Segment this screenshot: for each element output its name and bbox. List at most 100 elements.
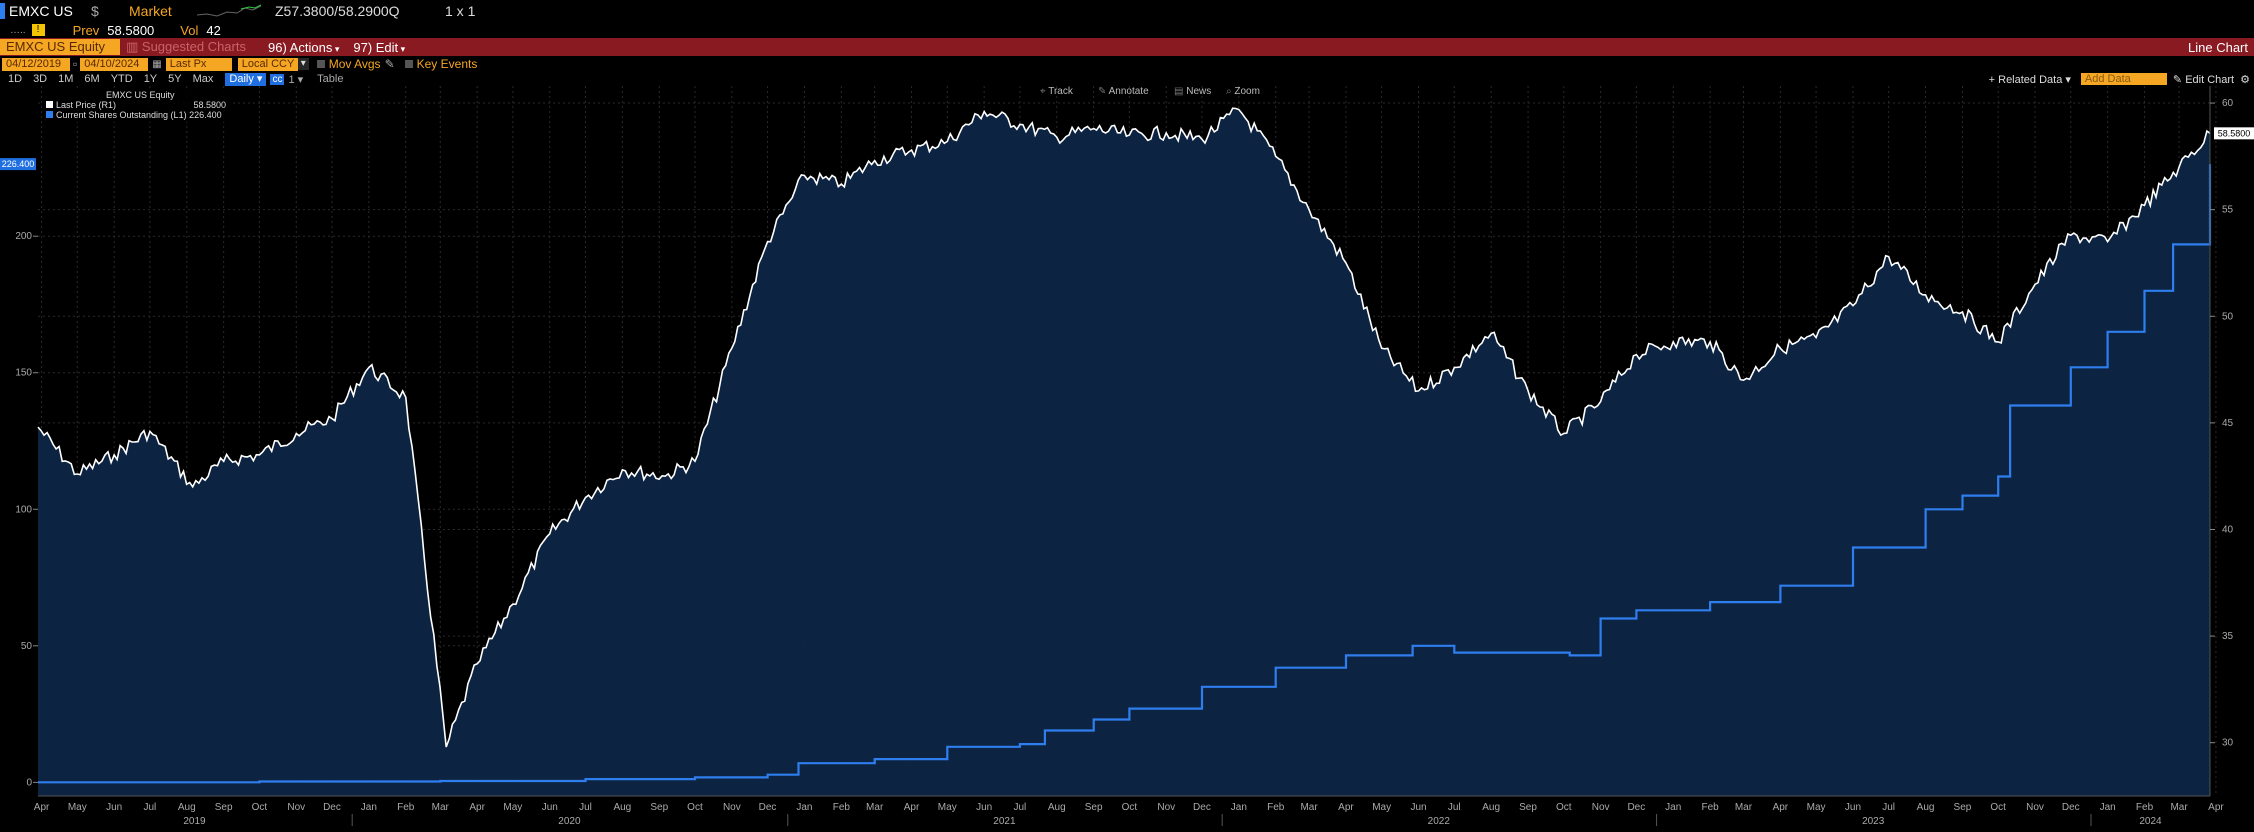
actions-menu[interactable]: 96) Actions ▾ bbox=[268, 40, 339, 55]
alert-icon[interactable]: ! bbox=[31, 24, 45, 36]
edit-chart-button[interactable]: ✎ Edit Chart bbox=[2173, 73, 2234, 86]
month-tick-label: Aug bbox=[1482, 802, 1500, 813]
month-tick-label: Jun bbox=[542, 802, 558, 813]
month-tick-label: Jan bbox=[1665, 802, 1681, 813]
key-events-toggle[interactable]: Key Events bbox=[404, 57, 478, 71]
pencil-icon: ✎ bbox=[384, 57, 395, 71]
edit-label: 97) Edit bbox=[353, 39, 399, 55]
month-tick-label: Jul bbox=[143, 802, 156, 813]
month-tick-label: Jun bbox=[106, 802, 122, 813]
month-tick-label: Apr bbox=[1338, 802, 1354, 813]
month-tick-label: Jan bbox=[2100, 802, 2116, 813]
right-axis: 30 35 40 45 50 55 60 bbox=[2209, 86, 2234, 796]
month-tick-label: Jul bbox=[1882, 802, 1895, 813]
quote-size: 1 x 1 bbox=[445, 3, 476, 19]
month-tick-label: Aug bbox=[613, 802, 631, 813]
related-data-button[interactable]: + Related Data ▾ bbox=[1989, 73, 2071, 86]
month-tick-label: Aug bbox=[1048, 802, 1066, 813]
month-tick-label: Jul bbox=[1013, 802, 1026, 813]
right-tick-label: 55 bbox=[2222, 205, 2234, 216]
month-tick-label: Sep bbox=[215, 802, 233, 813]
left-axis: 0 50 100 150 200 bbox=[15, 231, 38, 788]
date-separator: ▫ bbox=[73, 57, 78, 71]
ccy-dropdown-icon[interactable]: ▾ bbox=[297, 58, 309, 70]
right-tick-label: 40 bbox=[2222, 524, 2234, 535]
security-field[interactable]: EMXC US Equity bbox=[0, 39, 120, 55]
month-tick-label: Oct bbox=[1556, 802, 1572, 813]
legend-swatch bbox=[46, 101, 53, 108]
month-tick-label: Apr bbox=[1773, 802, 1789, 813]
ticker-label[interactable]: EMXC US bbox=[9, 3, 79, 19]
freq-label: Daily bbox=[229, 72, 254, 85]
interval-select[interactable]: 1 ▾ bbox=[288, 73, 303, 86]
start-date-field[interactable]: 04/12/2019 bbox=[2, 57, 70, 71]
period-5y[interactable]: 5Y bbox=[168, 73, 181, 85]
prev-vol-bar: ….. ! Prev 58.5800 Vol 42 bbox=[0, 22, 2254, 38]
month-tick-label: Jan bbox=[361, 802, 377, 813]
month-tick-label: May bbox=[1807, 802, 1826, 813]
suggested-charts-label: Suggested Charts bbox=[141, 39, 246, 54]
calendar-icon[interactable]: ▦ bbox=[152, 59, 161, 70]
month-tick-label: Nov bbox=[1592, 802, 1610, 813]
vol-label: Vol bbox=[180, 22, 199, 38]
pencil-icon: ✎ bbox=[2172, 73, 2186, 86]
left-tick-label: 0 bbox=[26, 777, 32, 788]
month-tick-label: Dec bbox=[323, 802, 341, 813]
candle-toggle[interactable]: cc bbox=[270, 73, 285, 85]
mov-avgs-toggle[interactable]: Mov Avgs ✎ bbox=[316, 57, 395, 71]
chevron-down-icon: ▾ bbox=[2062, 73, 2071, 86]
right-tick-label: 30 bbox=[2222, 738, 2234, 749]
tool-track[interactable]: ⌖ Track bbox=[1040, 86, 1074, 97]
year-tick-label: 2022 bbox=[1428, 816, 1451, 827]
tool-label: Zoom bbox=[1234, 86, 1260, 97]
period-1d[interactable]: 1D bbox=[8, 73, 22, 85]
period-max[interactable]: Max bbox=[193, 73, 214, 85]
ccy-select[interactable]: Local CCY bbox=[237, 57, 298, 71]
period-3d[interactable]: 3D bbox=[33, 73, 47, 85]
end-date-field[interactable]: 04/10/2024 bbox=[80, 57, 149, 71]
tool-news-icon: ▤ bbox=[1174, 86, 1186, 97]
period-6m[interactable]: 6M bbox=[84, 73, 99, 85]
key-events-label: Key Events bbox=[416, 57, 478, 71]
tool-zoom[interactable]: ⌕ Zoom bbox=[1226, 86, 1260, 97]
period-ytd[interactable]: YTD bbox=[111, 73, 133, 85]
tool-zoom-icon: ⌕ bbox=[1226, 86, 1234, 97]
month-tick-label: Oct bbox=[252, 802, 268, 813]
month-tick-label: Dec bbox=[759, 802, 777, 813]
legend-label[interactable]: Current Shares Outstanding (L1) 226.400 bbox=[56, 110, 222, 120]
chart-controls: 04/12/2019 ▫ 04/10/2024 ▦ Last Px Local … bbox=[0, 56, 2254, 72]
bid-ask-quote: Z57.3800/58.2900Q bbox=[275, 3, 400, 19]
month-tick-label: Nov bbox=[1157, 802, 1175, 813]
tool-label: News bbox=[1186, 86, 1211, 97]
chevron-down-icon: ▾ bbox=[253, 72, 263, 85]
left-tick-label: 50 bbox=[21, 641, 33, 652]
tool-annotate[interactable]: ✎ Annotate bbox=[1098, 86, 1149, 97]
line-chart[interactable]: 0 50 100 150 200 30 35 40 45 50 55 60 Apr May Jun Jul… bbox=[0, 86, 2254, 832]
period-1y[interactable]: 1Y bbox=[144, 73, 157, 85]
edit-menu[interactable]: 97) Edit ▾ bbox=[353, 40, 405, 55]
freq-select[interactable]: Daily ▾ bbox=[225, 72, 267, 86]
checkbox-icon bbox=[404, 60, 413, 68]
month-tick-label: Mar bbox=[1300, 802, 1318, 813]
currency-label: $ bbox=[91, 3, 99, 19]
checkbox-icon bbox=[316, 60, 325, 68]
tool-news[interactable]: ▤ News bbox=[1174, 86, 1211, 97]
quote-bar: EMXC US $ Market Z57.3800/58.2900Q 1 x 1 bbox=[0, 0, 2254, 22]
legend: EMXC US EquityLast Price (R1) 58.5800Curr… bbox=[42, 90, 232, 122]
price-area bbox=[38, 108, 2210, 796]
table-button[interactable]: Table bbox=[317, 73, 343, 85]
month-tick-label: Jul bbox=[579, 802, 592, 813]
period-1m[interactable]: 1M bbox=[58, 73, 73, 85]
year-tick-label: 2020 bbox=[558, 816, 581, 827]
left-tick-label: 150 bbox=[15, 368, 32, 379]
gear-icon[interactable]: ⚙ bbox=[2240, 73, 2250, 86]
right-tick-label: 45 bbox=[2222, 418, 2234, 429]
legend-label[interactable]: Last Price (R1) bbox=[56, 100, 116, 110]
field-select[interactable]: Last Px bbox=[165, 57, 232, 71]
month-tick-label: May bbox=[503, 802, 522, 813]
suggested-charts-button[interactable]: ▥ Suggested Charts bbox=[126, 39, 256, 55]
year-tick-label: 2024 bbox=[2139, 816, 2162, 827]
month-tick-label: Aug bbox=[1917, 802, 1935, 813]
right-tick-label: 35 bbox=[2222, 631, 2234, 642]
add-data-field[interactable]: Add Data bbox=[2080, 73, 2167, 85]
